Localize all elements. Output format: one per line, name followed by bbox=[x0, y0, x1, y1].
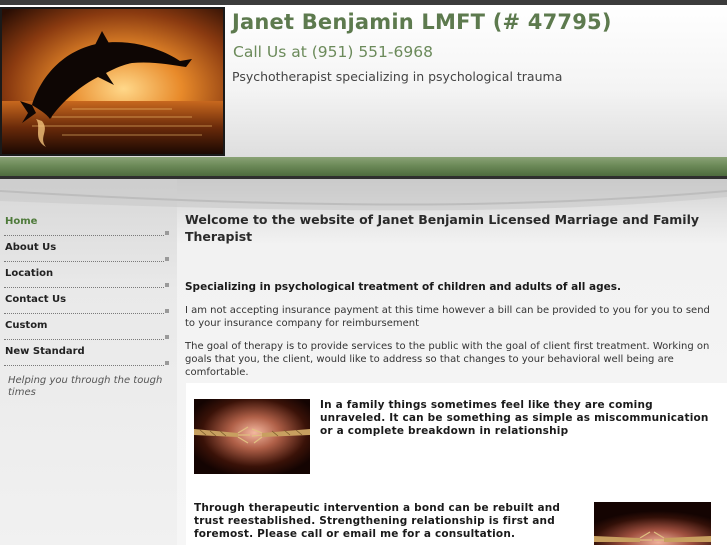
nav-item-new-standard[interactable]: New Standard bbox=[0, 341, 177, 367]
sidebar-note: Helping you through the tough times bbox=[8, 375, 163, 398]
nav-link-home[interactable]: Home bbox=[5, 216, 37, 227]
nav-separator bbox=[4, 235, 164, 236]
nav-item-about-us[interactable]: About Us bbox=[0, 237, 177, 263]
frayed-rope-photo bbox=[594, 502, 711, 545]
square-bullet-icon bbox=[165, 257, 169, 261]
nav-item-location[interactable]: Location bbox=[0, 263, 177, 289]
nav-separator bbox=[4, 365, 164, 366]
insurance-paragraph: I am not accepting insurance payment at … bbox=[185, 305, 710, 329]
page-heading: Welcome to the website of Janet Benjamin… bbox=[185, 212, 700, 244]
nav-link-about-us[interactable]: About Us bbox=[5, 242, 56, 253]
bond-text: Through therapeutic intervention a bond … bbox=[194, 502, 561, 540]
main-content: Welcome to the website of Janet Benjamin… bbox=[185, 211, 721, 378]
nav-separator bbox=[4, 339, 164, 340]
specialization-text: Specializing in psychological treatment … bbox=[185, 281, 621, 293]
square-bullet-icon bbox=[165, 283, 169, 287]
square-bullet-icon bbox=[165, 361, 169, 365]
nav-item-custom[interactable]: Custom bbox=[0, 315, 177, 341]
frayed-rope-photo bbox=[194, 399, 310, 474]
site-tagline: Psychotherapist specializing in psycholo… bbox=[232, 69, 563, 84]
nav-item-home[interactable]: Home bbox=[0, 211, 177, 237]
nav-separator bbox=[4, 261, 164, 262]
square-bullet-icon bbox=[165, 335, 169, 339]
nav-separator bbox=[4, 287, 164, 288]
family-text: In a family things sometimes feel like t… bbox=[320, 399, 709, 437]
nav-item-contact-us[interactable]: Contact Us bbox=[0, 289, 177, 315]
main-navigation: Home About Us Location Contact Us Custom… bbox=[0, 211, 177, 367]
nav-separator bbox=[4, 313, 164, 314]
square-bullet-icon bbox=[165, 309, 169, 313]
site-title: Janet Benjamin LMFT (# 47795) bbox=[232, 10, 612, 34]
nav-link-custom[interactable]: Custom bbox=[5, 320, 47, 331]
phone-number: Call Us at (951) 551-6968 bbox=[233, 43, 433, 61]
nav-link-contact-us[interactable]: Contact Us bbox=[5, 294, 66, 305]
square-bullet-icon bbox=[165, 231, 169, 235]
green-header-band bbox=[0, 157, 727, 176]
nav-link-new-standard[interactable]: New Standard bbox=[5, 346, 85, 357]
goal-paragraph: The goal of therapy is to provide servic… bbox=[185, 341, 710, 378]
dolphin-sunset-photo bbox=[0, 7, 225, 156]
nav-link-location[interactable]: Location bbox=[5, 268, 53, 279]
